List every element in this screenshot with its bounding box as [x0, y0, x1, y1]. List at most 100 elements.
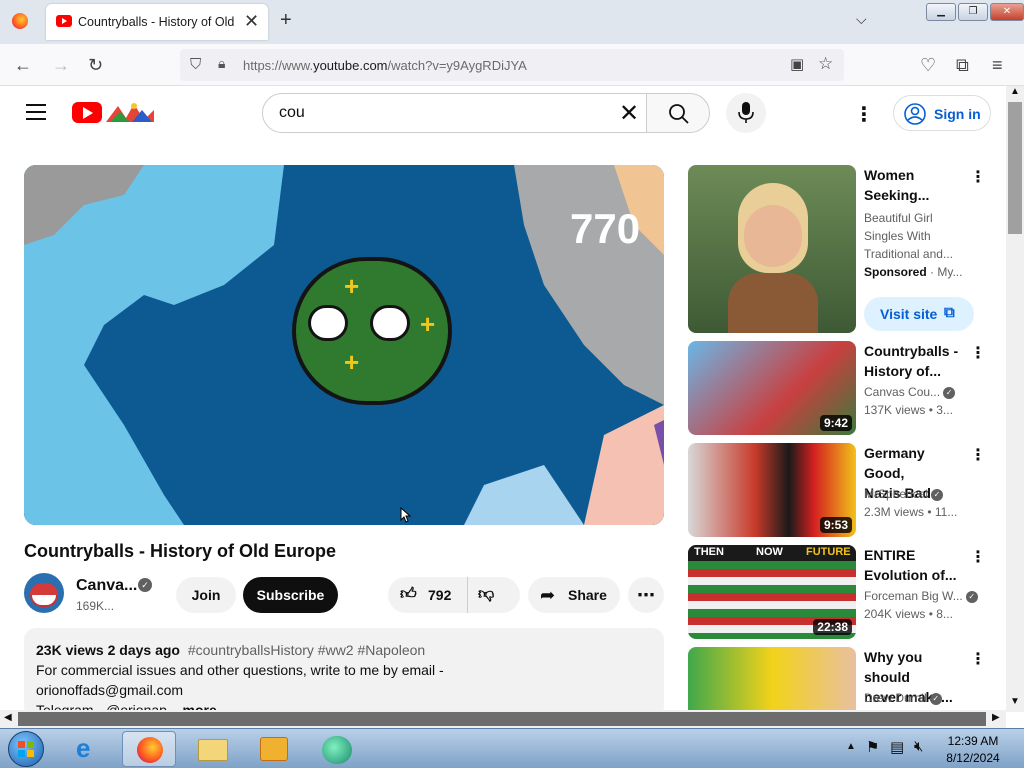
visit-site-button[interactable]: Visit site ⧉	[864, 297, 974, 331]
video-menu-icon[interactable]: ⋮	[970, 343, 986, 363]
settings-more-icon[interactable]: ⋮	[854, 102, 874, 127]
hamburger-menu-icon[interactable]	[26, 104, 46, 120]
recommended-video[interactable]: THEN NOW FUTURE 22:38 ENTIRE Evolution of…	[688, 545, 988, 639]
tab-youtube[interactable]: Countryballs - History of Old Eu ✕	[46, 4, 268, 40]
description-hashtags[interactable]: #countryballsHistory #ww2 #Napoleon	[188, 642, 425, 658]
channel-avatar[interactable]	[24, 573, 64, 613]
recommended-video[interactable]: 9:42 Countryballs - History of... Canvas …	[688, 341, 988, 435]
show-hidden-icons-chevron-icon[interactable]: ▲	[846, 741, 856, 752]
horizontal-scrollbar[interactable]: ◀ ▶	[0, 710, 1006, 728]
volume-muted-icon[interactable]: 🔇︎	[914, 738, 923, 755]
recommended-video[interactable]: 9:53 Germany Good, Nazis Bad MrSpherical ✓…	[688, 443, 988, 537]
reader-view-icon[interactable]: ▣	[790, 55, 804, 73]
close-tab-icon[interactable]: ✕	[244, 11, 259, 32]
video-description[interactable]: 23K views 2 days ago #countryballsHistor…	[24, 628, 664, 718]
ad-title[interactable]: Women Seeking...	[864, 165, 968, 205]
video-thumbnail[interactable]: 9:53	[688, 443, 856, 537]
like-button[interactable]: 👍︎ 792	[388, 577, 468, 613]
description-email: orionoffads@gmail.com	[36, 682, 184, 698]
address-bar[interactable]: ⛉ 🔒︎ https://www.youtube.com/watch?v=y9A…	[180, 49, 844, 81]
video-thumbnail[interactable]: 9:42	[688, 341, 856, 435]
taskbar-internet-explorer[interactable]: e	[62, 731, 116, 767]
minimize-button[interactable]: ▁	[926, 3, 956, 21]
video-channel[interactable]: Forceman Big W... ✓	[864, 589, 978, 603]
restore-button[interactable]: ❐	[958, 3, 988, 21]
vertical-scroll-thumb[interactable]	[1008, 102, 1022, 234]
voice-search-button[interactable]	[726, 93, 766, 133]
taskbar-app[interactable]	[310, 731, 364, 767]
app-icon	[322, 736, 352, 764]
youtube-favicon-icon	[56, 15, 72, 27]
video-title[interactable]: Countryballs - History of...	[864, 341, 968, 381]
scroll-up-arrow-icon[interactable]: ▲	[1010, 86, 1020, 97]
like-dislike-group: 👍︎ 792 👎︎	[388, 577, 520, 613]
video-meta: 2.3M views • 11...	[864, 505, 958, 519]
youtube-logo-icon[interactable]	[72, 102, 102, 123]
search-input[interactable]	[279, 104, 579, 122]
video-meta: 137K views • 3...	[864, 403, 953, 417]
thumb-label: THEN	[694, 546, 724, 558]
video-title[interactable]: ENTIRE Evolution of...	[864, 545, 968, 585]
bookmark-star-icon[interactable]: ☆	[818, 54, 833, 74]
sidebar-ad[interactable]: Women Seeking... Beautiful Girl Singles W…	[688, 165, 988, 335]
video-player[interactable]: + + + 770	[24, 165, 664, 525]
video-title: Countryballs - History of Old Europe	[24, 541, 337, 561]
sign-in-button[interactable]: Sign in	[893, 95, 991, 131]
external-link-icon: ⧉	[944, 304, 955, 321]
description-line: For commercial issues and other question…	[36, 662, 444, 678]
extensions-icon[interactable]: ⧉	[956, 55, 969, 76]
video-menu-icon[interactable]: ⋮	[970, 649, 986, 669]
clear-search-icon[interactable]: ✕	[619, 99, 639, 128]
lock-icon[interactable]: 🔒︎	[218, 55, 225, 72]
new-tab-icon[interactable]: +	[280, 9, 292, 32]
app-menu-icon[interactable]: ≡	[992, 55, 1003, 76]
network-icon[interactable]: ▤	[890, 738, 904, 756]
overlay-counter: 770	[570, 205, 641, 252]
tracking-shield-icon[interactable]: ⛉	[190, 56, 201, 73]
list-tabs-chevron-icon[interactable]: ⌵	[856, 11, 867, 28]
search-button[interactable]	[646, 93, 710, 133]
account-icon	[904, 103, 926, 125]
start-button[interactable]	[8, 731, 44, 767]
forward-arrow-icon[interactable]: →	[52, 55, 70, 76]
horizontal-scroll-thumb[interactable]	[18, 712, 986, 726]
action-center-flag-icon[interactable]: ⚑	[866, 738, 879, 756]
video-channel[interactable]: MrSpherical ✓	[864, 487, 944, 501]
join-button[interactable]: Join	[176, 577, 236, 613]
video-duration: 22:38	[813, 619, 852, 635]
sponsored-label: Sponsored	[864, 265, 927, 279]
channel-name[interactable]: Canva...	[76, 577, 137, 595]
clock-time[interactable]: 12:39 AM	[940, 734, 1006, 748]
scroll-right-arrow-icon[interactable]: ▶	[992, 712, 1000, 723]
video-thumbnail[interactable]: THEN NOW FUTURE 22:38	[688, 545, 856, 639]
window-close-button[interactable]: ✕	[990, 3, 1024, 21]
video-channel[interactable]: Drew Durnil ✓	[864, 691, 942, 705]
more-actions-button[interactable]: ⋯	[628, 577, 664, 613]
share-button[interactable]: ➦ Share	[528, 577, 620, 613]
video-menu-icon[interactable]: ⋮	[970, 547, 986, 567]
windows-logo-icon	[18, 741, 34, 757]
video-meta: 204K views • 8...	[864, 607, 953, 621]
video-thumbnail[interactable]	[688, 647, 856, 710]
ad-thumbnail[interactable]	[688, 165, 856, 333]
scroll-left-arrow-icon[interactable]: ◀	[4, 712, 12, 723]
pocket-icon[interactable]: ♡	[920, 55, 936, 76]
video-channel[interactable]: Canvas Cou... ✓	[864, 385, 956, 399]
subscribe-button[interactable]: Subscribe	[243, 577, 338, 613]
reload-icon[interactable]: ↻	[88, 55, 103, 76]
recommended-video[interactable]: Why you should never make... Drew Durnil ✓…	[688, 647, 988, 710]
youtube-doodle-icon[interactable]	[104, 100, 156, 124]
sign-in-label: Sign in	[934, 106, 981, 122]
dislike-button[interactable]: 👎︎	[478, 577, 494, 613]
back-arrow-icon[interactable]: ←	[14, 55, 32, 76]
vertical-scrollbar[interactable]: ▲ ▼	[1006, 86, 1024, 712]
mouse-cursor-icon	[400, 506, 412, 523]
ad-menu-icon[interactable]: ⋮	[970, 167, 986, 187]
firefox-menu-icon[interactable]	[12, 13, 28, 29]
taskbar-media-player[interactable]	[248, 731, 302, 767]
scroll-down-arrow-icon[interactable]: ▼	[1010, 696, 1020, 707]
video-menu-icon[interactable]: ⋮	[970, 445, 986, 465]
clock-date[interactable]: 8/12/2024	[940, 751, 1006, 765]
taskbar-firefox[interactable]	[122, 731, 176, 767]
taskbar-file-explorer[interactable]	[186, 731, 240, 767]
